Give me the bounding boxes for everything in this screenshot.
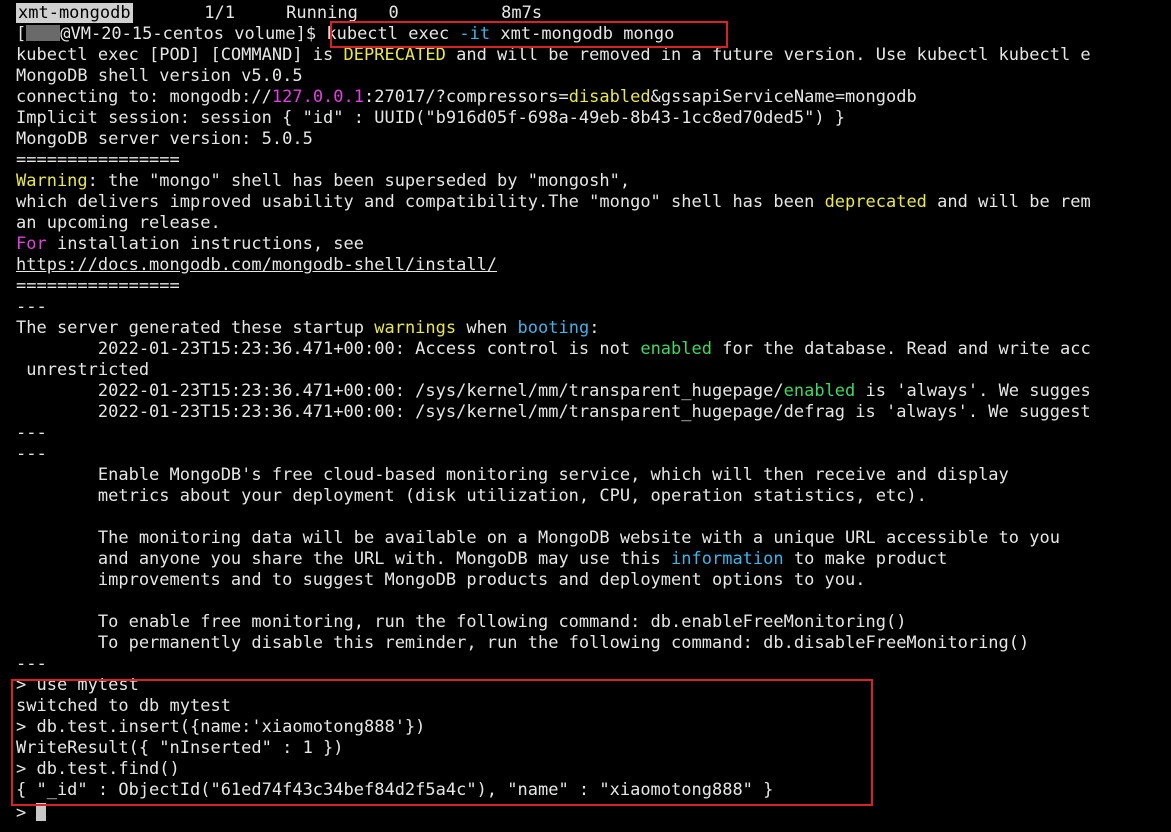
exec-command-flag: -it [459,24,491,44]
startup-warnings-line: The server generated these startup warni… [16,318,600,338]
write-result-output: WriteResult({ "nInserted" : 1 }) [16,738,344,758]
pod-age: 8m7s [501,3,543,23]
pod-ready: 1/1 [204,3,235,23]
upcoming-release-line: an upcoming release. [16,213,221,233]
text-cursor [36,803,47,821]
find-result-output: { "_id" : ObjectId("61ed74f43c34bef84d2f… [16,780,774,800]
booting-keyword: booting [517,318,590,338]
connect-ip: 127.0.0.1 [271,87,364,107]
shell-version-line: MongoDB shell version v5.0.5 [16,66,303,86]
exec-command-a: kubectl exec [326,24,460,44]
find-command: > db.test.find() [16,759,180,779]
hugepage-enabled-line: 2022-01-23T15:23:36.471+00:00: /sys/kern… [16,381,1091,401]
pod-name-selected: xmt-mongodb [16,3,133,23]
exec-command-b: xmt-mongodb mongo [490,24,675,44]
use-db-command: > use mytest [16,675,139,695]
access-control-line: 2022-01-23T15:23:36.471+00:00: Access co… [16,339,1091,359]
unrestricted-line: unrestricted [16,360,150,380]
dashes-line-2: --- [16,423,47,443]
terminal-window[interactable]: xmt-mongodb 1/1 Running 0 8m7s [@VM-20-1… [0,0,1171,832]
dashes-line-1: --- [16,297,47,317]
deprecation-line: kubectl exec [POD] [COMMAND] is DEPRECAT… [16,45,1091,65]
hugepage-defrag-line: 2022-01-23T15:23:36.471+00:00: /sys/kern… [16,402,1091,422]
separator-line-2: ================ [16,276,180,296]
hugepage-enabled-keyword: enabled [783,381,856,401]
input-prompt-line[interactable]: > [16,803,47,824]
redacted-username [26,25,61,41]
switched-db-output: switched to db mytest [16,696,231,716]
warnings-keyword: warnings [374,318,457,338]
monitoring-line-1: Enable MongoDB's free cloud-based monito… [16,465,1009,485]
pod-status: Running [286,3,358,23]
warning-line: Warning: the "mongo" shell has been supe… [16,171,631,191]
monitoring-line-6: To enable free monitoring, run the follo… [16,612,907,632]
implicit-session-line: Implicit session: session { "id" : UUID(… [16,108,846,128]
install-url-link[interactable]: https://docs.mongodb.com/mongodb-shell/i… [16,255,497,275]
monitoring-line-7: To permanently disable this reminder, ru… [16,633,1030,653]
monitoring-line-5: improvements and to suggest MongoDB prod… [16,570,866,590]
install-url-line: https://docs.mongodb.com/mongodb-shell/i… [16,255,497,276]
deprecated-keyword: DEPRECATED [343,45,446,65]
enabled-keyword: enabled [640,339,712,359]
server-version-line: MongoDB server version: 5.0.5 [16,129,313,149]
compressors-disabled: disabled [568,87,651,107]
insert-command: > db.test.insert({name:'xiaomotong888'}) [16,717,426,737]
deprecated-word: deprecated [824,192,927,212]
warning-label: Warning [16,171,88,191]
monitoring-line-4: and anyone you share the URL with. Mongo… [16,549,948,569]
separator-line: ================ [16,150,180,170]
dashes-line-4: --- [16,654,47,674]
monitoring-line-2: metrics about your deployment (disk util… [16,486,927,506]
pod-restarts: 0 [388,3,399,23]
pod-status-row: xmt-mongodb 1/1 Running 0 8m7s [16,3,542,24]
monitoring-line-3: The monitoring data will be available on… [16,528,1060,548]
connecting-line: connecting to: mongodb://127.0.0.1:27017… [16,87,917,107]
delivers-line: which delivers improved usability and co… [16,192,1091,212]
dashes-line-3: --- [16,444,47,464]
for-keyword: For [16,234,47,254]
install-instructions-line: For installation instructions, see [16,234,364,254]
input-prompt: > [16,803,37,823]
prompt-host: @VM-20-15-centos volume]$ [60,24,327,44]
shell-prompt-line: [@VM-20-15-centos volume]$ kubectl exec … [16,24,675,44]
information-keyword: information [671,549,784,569]
